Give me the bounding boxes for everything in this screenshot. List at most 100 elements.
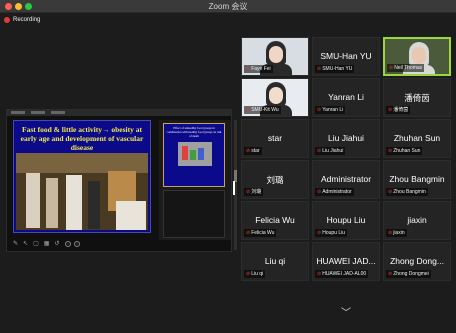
participant-label-text: Liu qi	[251, 271, 264, 277]
mic-muted-icon: ⊘	[246, 189, 251, 195]
participant-label-text: Felicia Wu	[251, 230, 275, 236]
title-bar: Zoom 会议	[0, 0, 456, 13]
next-slide-icon[interactable]: ›	[74, 241, 80, 247]
participant-name: HUAWEI JAD...	[316, 256, 376, 266]
participant-label: ⊘ Felicia Wu	[244, 229, 277, 237]
participant-tile[interactable]: 潘倚茵 ⊘ 潘倚茵	[383, 78, 451, 117]
pen-tool-icon[interactable]: ✎	[13, 240, 18, 248]
participant-label: ⊘ Administrator	[315, 188, 354, 196]
participant-label-text: Liu Jiahui	[322, 148, 344, 154]
recording-label: Recording	[13, 17, 41, 23]
meeting-area: Recording Fast food & little activity→ o…	[0, 13, 456, 333]
participant-tile[interactable]: 刘璐 ⊘ 刘璐	[241, 160, 309, 199]
participant-tile[interactable]: ⊘ SMU-Kit Wu	[241, 78, 309, 117]
participant-label: ⊘ Zhou Bangmin	[386, 188, 428, 196]
participant-label: ⊘ Neil Thomas	[387, 64, 425, 72]
participant-tile[interactable]: jiaxin ⊘ jiaxin	[383, 201, 451, 240]
participant-label-text: 刘璐	[251, 189, 262, 195]
participant-label-text: Yanran Li	[322, 107, 344, 113]
participant-tile[interactable]: ⊘ Faye Fei	[241, 37, 309, 76]
participant-label-text: SMU-Kit Wu	[251, 107, 279, 113]
participant-name: 刘璐	[266, 175, 284, 185]
thumbnail-title: Effect of unhealthy food groups in combi…	[166, 126, 222, 138]
mic-muted-icon: ⊘	[317, 66, 322, 72]
participant-tile[interactable]: HUAWEI JAD... ⊘ HUAWEI JAD-AL00	[312, 242, 380, 281]
share-toolbar	[7, 110, 231, 116]
participant-tile[interactable]: SMU-Han YU ⊘ SMU-Han YU	[312, 37, 380, 76]
mic-muted-icon: ⊘	[388, 230, 393, 236]
participant-label-text: Zhou Bangmin	[393, 189, 426, 195]
annotation-tools: ✎ ↖ ▢ ▦ ↺	[13, 240, 59, 248]
slide-photo	[16, 153, 148, 230]
participant-label-text: Faye Fei	[251, 66, 271, 72]
participant-tile[interactable]: Liu Jiahui ⊘ Liu Jiahui	[312, 119, 380, 158]
participant-tile[interactable]: Liu qi ⊘ Liu qi	[241, 242, 309, 281]
participant-label: ⊘ Liu Jiahui	[315, 147, 346, 155]
mic-muted-icon: ⊘	[317, 189, 322, 195]
slide-title: Fast food & little activity→ obesity at …	[20, 125, 144, 152]
share-tab	[51, 111, 65, 114]
mic-muted-icon: ⊘	[246, 148, 251, 154]
participant-tile[interactable]: Zhong Dong... ⊘ Zhong Dongmei	[383, 242, 451, 281]
participant-name: star	[267, 133, 283, 143]
participant-label-text: SMU-Han YU	[322, 66, 353, 72]
mic-muted-icon: ⊘	[246, 107, 251, 113]
participant-label: ⊘ jiaxin	[386, 229, 407, 237]
slide-thumbnail[interactable]: Effect of unhealthy food groups in combi…	[163, 123, 225, 187]
text-cursor	[233, 181, 235, 195]
mic-muted-icon: ⊘	[388, 148, 393, 154]
participant-label: ⊘ 潘倚茵	[386, 106, 411, 114]
participant-label-text: Zhong Dongmei	[393, 271, 429, 277]
participant-label-text: Houpu Liu	[322, 230, 345, 236]
participant-tile[interactable]: Felicia Wu ⊘ Felicia Wu	[241, 201, 309, 240]
participant-label: ⊘ Liu qi	[244, 270, 266, 278]
participant-label-text: 潘倚茵	[393, 107, 409, 113]
participant-label: ⊘ Zhuhan Sun	[386, 147, 423, 155]
participant-label: ⊘ HUAWEI JAD-AL00	[315, 270, 369, 278]
participant-label-text: Zhuhan Sun	[393, 148, 421, 154]
slide-thumbnails[interactable]: Effect of unhealthy food groups in combi…	[159, 120, 231, 240]
slide-thumbnail[interactable]	[163, 190, 225, 238]
window-title: Zoom 会议	[208, 2, 248, 11]
participant-name: Yanran Li	[328, 92, 364, 102]
previous-slide-icon[interactable]: ‹	[65, 241, 71, 247]
mic-muted-icon: ⊘	[388, 189, 393, 195]
participant-name: Zhuhan Sun	[393, 133, 441, 143]
participant-label: ⊘ SMU-Han YU	[315, 65, 355, 73]
mic-muted-icon: ⊘	[246, 230, 251, 236]
pointer-tool-icon[interactable]: ↖	[23, 240, 28, 248]
participant-tile[interactable]: Yanran Li ⊘ Yanran Li	[312, 78, 380, 117]
participant-label-text: jiaxin	[393, 230, 405, 236]
participant-tile[interactable]: Administrator ⊘ Administrator	[312, 160, 380, 199]
participant-tile[interactable]: star ⊘ star	[241, 119, 309, 158]
grid-icon[interactable]: ▦	[44, 240, 50, 248]
participant-name: 潘倚茵	[404, 93, 430, 103]
participant-tile[interactable]: Zhuhan Sun ⊘ Zhuhan Sun	[383, 119, 451, 158]
mic-muted-icon: ⊘	[317, 148, 322, 154]
participant-label-text: star	[251, 148, 260, 154]
slide-pager: ‹ ›	[65, 240, 80, 248]
shared-screen[interactable]: Fast food & little activity→ obesity at …	[6, 109, 237, 252]
mic-muted-icon: ⊘	[317, 230, 322, 236]
participant-label: ⊘ Faye Fei	[244, 65, 273, 73]
participant-tile[interactable]: Houpu Liu ⊘ Houpu Liu	[312, 201, 380, 240]
copy-icon[interactable]: ▢	[33, 240, 39, 248]
mic-muted-icon: ⊘	[388, 271, 393, 277]
mic-muted-icon: ⊘	[246, 271, 251, 277]
participant-label: ⊘ SMU-Kit Wu	[244, 106, 281, 114]
share-tab	[11, 111, 25, 114]
participant-label-text: Neil Thomas	[394, 65, 423, 71]
participant-name: Zhou Bangmin	[389, 174, 445, 184]
undo-icon[interactable]: ↺	[54, 240, 59, 248]
participant-tile[interactable]: ⊘ Neil Thomas	[383, 37, 451, 76]
participant-label: ⊘ Zhong Dongmei	[386, 270, 431, 278]
participant-name: SMU-Han YU	[320, 51, 372, 61]
participant-name: Liu qi	[264, 256, 286, 266]
chevron-down-icon[interactable]: ﹀	[338, 309, 354, 319]
participant-name: Liu Jiahui	[328, 133, 364, 143]
recording-indicator[interactable]: Recording	[4, 15, 40, 25]
participant-label: ⊘ 刘璐	[244, 188, 264, 196]
recording-dot-icon	[4, 17, 10, 23]
participant-tile[interactable]: Zhou Bangmin ⊘ Zhou Bangmin	[383, 160, 451, 199]
participant-name: Administrator	[320, 174, 372, 184]
